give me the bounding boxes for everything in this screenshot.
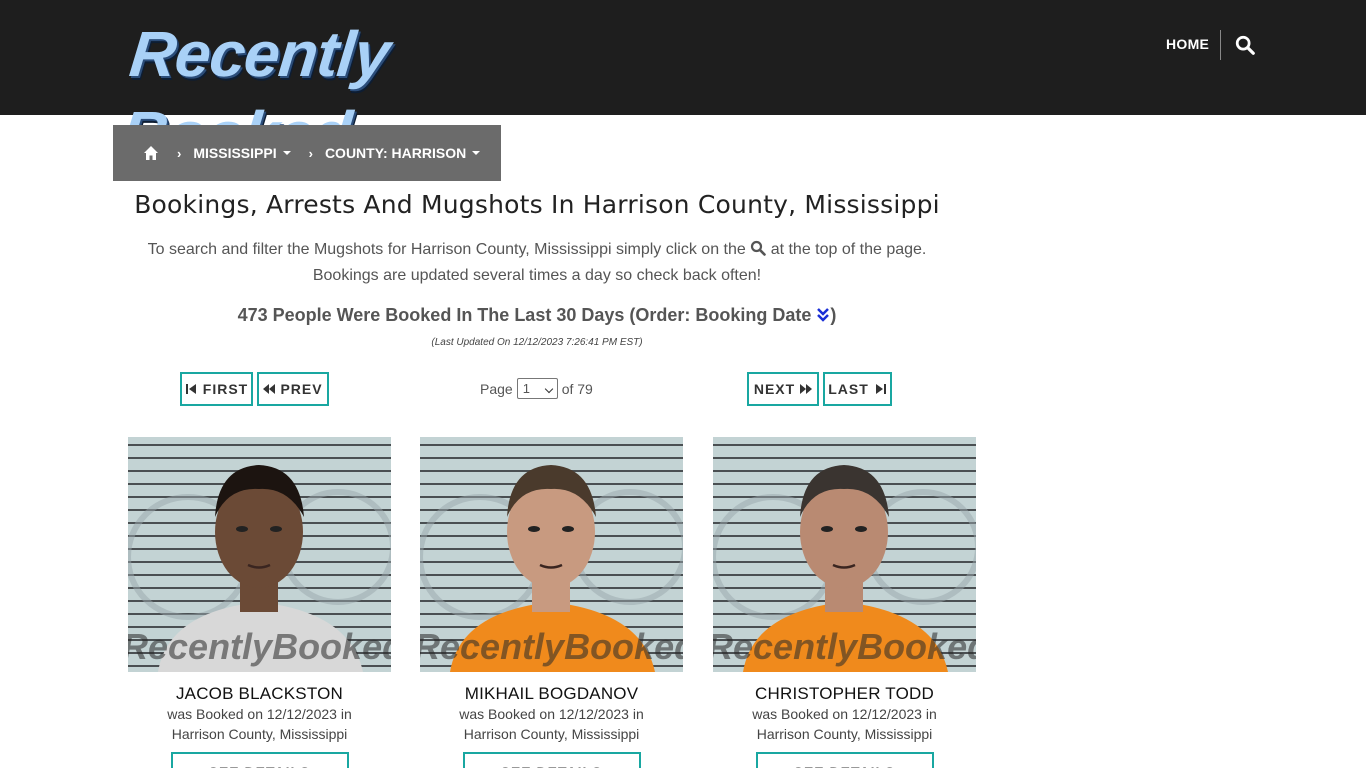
booking-count: 473 People Were Booked In The Last 30 Da… xyxy=(237,305,837,325)
booking-card: RecentlyBooked.com CHRISTOPHER TODD was … xyxy=(713,437,976,768)
intro-text: To search and filter the Mugshots for Ha… xyxy=(147,240,927,284)
breadcrumb: › MISSISSIPPI › COUNTY: HARRISON xyxy=(113,125,501,181)
see-details-button[interactable]: SEE DETAILS xyxy=(462,752,641,768)
chevron-right-icon: › xyxy=(308,145,313,161)
booking-line: was Booked on 12/12/2023 in xyxy=(459,706,644,722)
svg-text:RecentlyBooked.com: RecentlyBooked.com xyxy=(128,626,391,667)
double-chevron-down-icon[interactable] xyxy=(816,307,830,323)
see-details-button[interactable]: SEE DETAILS xyxy=(755,752,934,768)
breadcrumb-state-dropdown[interactable]: MISSISSIPPI xyxy=(193,145,291,161)
booking-line: was Booked on 12/12/2023 in xyxy=(167,706,352,722)
skip-start-icon xyxy=(185,384,196,394)
mugshot-image[interactable]: RecentlyBooked.com xyxy=(420,437,683,672)
nav-divider xyxy=(1220,30,1221,60)
booking-location: Harrison County, Mississippi xyxy=(463,726,640,742)
mugshot-image[interactable]: RecentlyBooked.com xyxy=(713,437,976,672)
forward-icon xyxy=(800,384,813,394)
first-page-button[interactable]: FIRST xyxy=(180,372,253,406)
search-icon[interactable] xyxy=(1234,34,1256,56)
page-title: Bookings, Arrests And Mugshots In Harris… xyxy=(134,190,940,219)
home-icon[interactable] xyxy=(143,145,159,161)
skip-end-icon xyxy=(875,384,886,394)
next-page-button[interactable]: NEXT xyxy=(747,372,819,406)
svg-text:RecentlyBooked.com: RecentlyBooked.com xyxy=(713,626,976,667)
last-page-button[interactable]: LAST xyxy=(823,372,892,406)
search-icon xyxy=(751,240,767,256)
booking-card: RecentlyBooked.com JACOB BLACKSTON was B… xyxy=(128,437,391,768)
person-name[interactable]: CHRISTOPHER TODD xyxy=(713,684,976,704)
caret-down-icon xyxy=(282,151,291,155)
prev-page-button[interactable]: PREV xyxy=(257,372,329,406)
caret-down-icon xyxy=(472,151,481,155)
site-header: Recently Booked HOME xyxy=(0,0,1366,170)
person-name[interactable]: JACOB BLACKSTON xyxy=(128,684,391,704)
booking-card: RecentlyBooked.com MIKHAIL BOGDANOV was … xyxy=(420,437,683,768)
booking-location: Harrison County, Mississippi xyxy=(756,726,933,742)
site-logo[interactable]: Recently Booked xyxy=(118,14,626,170)
breadcrumb-county-dropdown[interactable]: COUNTY: HARRISON xyxy=(325,145,481,161)
person-name[interactable]: MIKHAIL BOGDANOV xyxy=(420,684,683,704)
last-updated: (Last Updated On 12/12/2023 7:26:41 PM E… xyxy=(431,337,643,348)
svg-text:RecentlyBooked.com: RecentlyBooked.com xyxy=(420,626,683,667)
chevron-right-icon: › xyxy=(177,145,182,161)
backward-icon xyxy=(263,384,276,394)
booking-location: Harrison County, Mississippi xyxy=(171,726,348,742)
booking-line: was Booked on 12/12/2023 in xyxy=(752,706,937,722)
nav-home-link[interactable]: HOME xyxy=(1166,36,1209,52)
page-select[interactable]: 1 xyxy=(516,378,558,399)
mugshot-image[interactable]: RecentlyBooked.com xyxy=(128,437,391,672)
see-details-button[interactable]: SEE DETAILS xyxy=(170,752,349,768)
page-selector: Page 1 of 79 xyxy=(480,378,593,399)
